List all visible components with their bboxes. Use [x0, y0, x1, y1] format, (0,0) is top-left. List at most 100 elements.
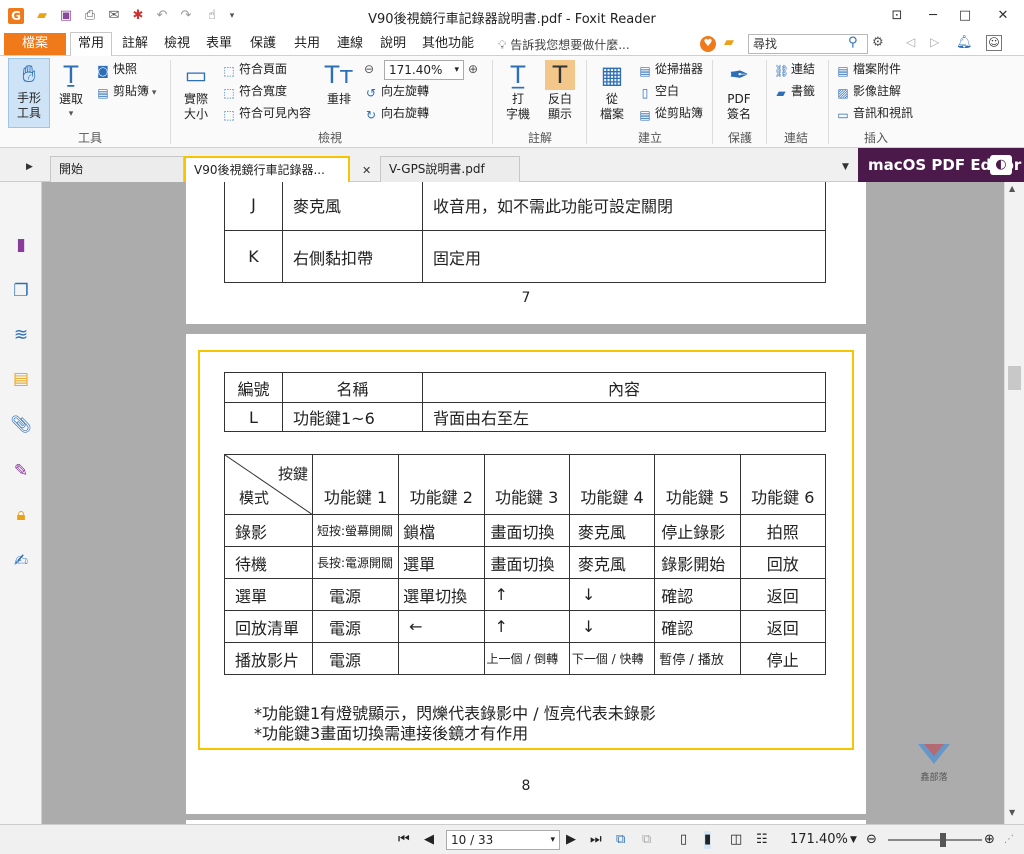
next-result-icon[interactable]: ▷	[930, 35, 939, 49]
attachment-button[interactable]: ▤ 檔案附件	[836, 62, 901, 78]
tab-share[interactable]: 共用	[288, 34, 326, 54]
layers-panel-icon[interactable]: ≋	[10, 324, 32, 346]
highlight-button[interactable]: T 反白 顯示	[542, 60, 578, 122]
hand-icon: ✋︎	[22, 60, 36, 88]
prev-view-icon[interactable]: ⧉	[616, 831, 625, 849]
bookmark-button[interactable]: ▰ 書籤	[774, 84, 815, 100]
continuous-page-icon[interactable]: ▮	[704, 831, 712, 849]
digital-id-icon[interactable]: ✍	[10, 550, 32, 572]
zoom-in-icon[interactable]: ⊕	[468, 62, 478, 77]
bookmark-label: 書籤	[791, 84, 816, 98]
clipboard-button[interactable]: ▤ 剪貼簿 ▾	[96, 84, 156, 101]
actual-size-button[interactable]: ▭ 實際 大小	[178, 60, 214, 122]
tab-more[interactable]: 其他功能	[418, 34, 478, 54]
signature-panel-icon[interactable]: ✎	[10, 460, 32, 482]
prev-page-icon[interactable]: ◀	[424, 831, 434, 849]
from-file-icon: ▦	[600, 61, 624, 89]
ribbon-display-icon[interactable]: ⊡	[884, 6, 910, 26]
tab-vgps-manual[interactable]: V-GPS說明書.pdf	[380, 156, 520, 182]
rotate-left-button[interactable]: ↺ 向左旋轉	[364, 84, 429, 100]
header-id: 編號	[224, 372, 283, 403]
mode-label: 待機	[224, 546, 313, 579]
next-view-icon[interactable]: ⧉	[642, 831, 651, 849]
key2-cell: 選單切換	[398, 578, 485, 611]
header-name: 名稱	[282, 372, 423, 403]
mode-row: 播放影片 電源 上一個 / 倒轉 下一個 / 快轉 暫停 / 播放 停止	[224, 642, 827, 675]
tab-start[interactable]: 開始	[50, 156, 184, 182]
link-button[interactable]: ⛓ 連結	[774, 62, 815, 78]
tab-comment[interactable]: 註解	[116, 34, 154, 54]
status-zoom-out-icon[interactable]: ⊖	[866, 831, 877, 849]
prev-result-icon[interactable]: ◁	[906, 35, 915, 49]
zoom-slider-thumb[interactable]	[940, 833, 946, 847]
minimize-button[interactable]: ─	[920, 6, 946, 26]
audio-video-button[interactable]: ▭ 音訊和視訊	[836, 106, 913, 122]
fit-width-button[interactable]: ⬚ 符合寬度	[222, 84, 287, 100]
hand-tool-label2: 工具	[16, 106, 41, 120]
continuous-facing-icon[interactable]: ☷	[756, 831, 768, 849]
close-button[interactable]: ✕	[990, 6, 1016, 26]
page-number-field[interactable]: 10 / 33 ▾	[446, 830, 560, 850]
zoom-select[interactable]: 171.40% ▾	[384, 60, 464, 80]
scroll-down-icon[interactable]: ▼	[1009, 808, 1015, 817]
tab-connect[interactable]: 連線	[330, 34, 370, 54]
document-canvas[interactable]: J 麥克風 收音用，如不需此功能可設定關閉 K 右側黏扣帶 固定用 7 編號 名…	[42, 182, 1004, 824]
tell-me-box[interactable]: 💡︎ 告訴我您想要做什麼...	[498, 36, 630, 53]
hand-tool-button[interactable]: ✋︎ 手形 工具	[8, 58, 50, 128]
zoom-slider-track[interactable]	[888, 839, 982, 841]
watermark-logo: 鑫部落	[914, 738, 954, 783]
from-clipboard-button[interactable]: ▤ 從剪貼簿	[638, 106, 703, 122]
pen-sign-icon: ✒	[728, 61, 750, 89]
file-menu-button[interactable]: 檔案	[4, 33, 66, 55]
rotate-right-button[interactable]: ↻ 向右旋轉	[364, 106, 429, 122]
zoom-menu-chevron-icon[interactable]: ▼	[850, 831, 857, 849]
close-tab-icon[interactable]: ✕	[362, 164, 371, 177]
tab-list-chevron-icon[interactable]: ▼	[842, 162, 849, 172]
bookmark-panel-icon[interactable]: ▮	[10, 234, 32, 256]
scroll-up-icon[interactable]: ▲	[1009, 184, 1015, 193]
fit-visible-button[interactable]: ⬚ 符合可見內容	[222, 106, 311, 122]
attachments-panel-icon[interactable]: 📎︎	[10, 414, 32, 436]
macos-pdf-editor-banner[interactable]: macOS PDF Editor ◐	[858, 148, 1024, 182]
search-icon[interactable]: ⚲	[848, 35, 858, 50]
next-page-icon[interactable]: ▶	[566, 831, 576, 849]
tab-help[interactable]: 說明	[374, 34, 412, 54]
tab-v90-manual[interactable]: V90後視鏡行車記錄器...	[184, 156, 350, 182]
facing-page-icon[interactable]: ◫	[730, 831, 742, 849]
reflow-button[interactable]: Tт 重排	[322, 60, 356, 107]
key-header-row: 按鍵 模式 功能鍵 1 功能鍵 2 功能鍵 3 功能鍵 4 功能鍵 5 功能鍵 …	[224, 454, 827, 515]
tab-protect[interactable]: 保護	[242, 34, 284, 54]
scroll-thumb[interactable]	[1008, 366, 1021, 390]
from-file-button[interactable]: ▦ 從 檔案	[594, 60, 630, 122]
pdf-sign-button[interactable]: ✒ PDF 簽名	[720, 60, 758, 122]
key1-cell: 短按:螢幕開關	[311, 514, 400, 547]
tab-view[interactable]: 檢視	[158, 34, 196, 54]
first-page-icon[interactable]: ⏮	[398, 831, 410, 849]
user-avatar-icon[interactable]: ☺	[986, 35, 1002, 51]
tab-home[interactable]: 常用	[70, 32, 112, 56]
pages-panel-icon[interactable]: ❐	[10, 280, 32, 302]
blank-button[interactable]: ▯ 空白	[638, 84, 679, 100]
find-folder-icon[interactable]: ▰	[724, 35, 734, 50]
image-annot-button[interactable]: ▨ 影像註解	[836, 84, 901, 100]
zoom-out-icon[interactable]: ⊖	[364, 62, 374, 77]
snapshot-button[interactable]: ◙ 快照	[96, 62, 137, 78]
security-lock-icon[interactable]: 🔒︎	[10, 504, 32, 526]
settings-gear-icon[interactable]: ⚙	[872, 35, 884, 50]
notification-bell-icon[interactable]: 🔔︎	[956, 35, 973, 50]
like-icon[interactable]: ♥	[700, 36, 716, 52]
restore-button[interactable]: □	[952, 6, 978, 26]
last-page-icon[interactable]: ⏭	[590, 831, 602, 849]
comments-panel-icon[interactable]: ▤	[10, 368, 32, 390]
panel-toggle-icon[interactable]: ▶	[26, 162, 33, 172]
tab-form[interactable]: 表單	[200, 34, 238, 54]
typewriter-button[interactable]: T̲ 打 字機	[500, 60, 536, 122]
single-page-icon[interactable]: ▯	[680, 831, 687, 849]
group-view: 檢視	[317, 131, 342, 145]
fit-width-icon: ⬚	[223, 86, 235, 100]
fit-page-button[interactable]: ⬚ 符合頁面	[222, 62, 287, 78]
vertical-scrollbar[interactable]: ▲ ▼	[1004, 182, 1024, 824]
select-tool-button[interactable]: Ṯ 選取 ▾	[54, 60, 88, 122]
from-scanner-button[interactable]: ▤ 從掃描器	[638, 62, 703, 78]
status-zoom-in-icon[interactable]: ⊕	[984, 831, 995, 849]
